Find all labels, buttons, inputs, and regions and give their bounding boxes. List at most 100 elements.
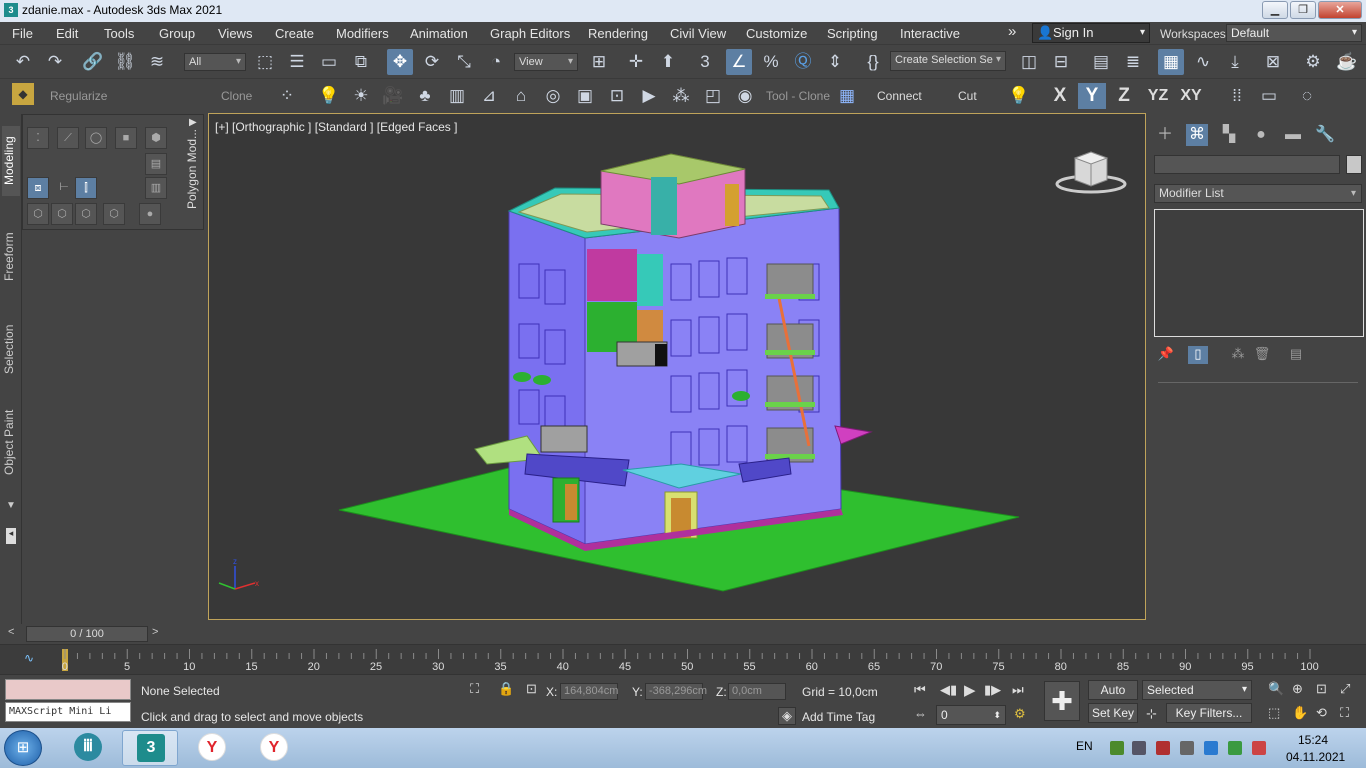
select-move-icon[interactable]: ✥ xyxy=(387,49,413,75)
field-of-view-icon[interactable]: ⬚ xyxy=(1268,705,1280,721)
snaps-toggle-icon[interactable]: 3 xyxy=(692,49,718,75)
loop-icon[interactable]: ◎ xyxy=(540,83,566,109)
rect-selection-icon[interactable]: ▭ xyxy=(316,49,342,75)
light-bulb-icon[interactable]: 💡 xyxy=(1006,83,1032,109)
display-tab-icon[interactable]: ▬ xyxy=(1282,124,1304,146)
array-icon[interactable]: ▦ xyxy=(834,83,860,109)
axis-yz-button[interactable]: YZ xyxy=(1142,83,1174,109)
window-icon[interactable]: ◰ xyxy=(700,83,726,109)
percent-snap-icon[interactable]: % xyxy=(758,49,784,75)
tab-object-paint[interactable]: Object Paint xyxy=(2,404,20,480)
x-coord-field[interactable]: 164,804cm xyxy=(560,683,618,700)
axis-x-button[interactable]: X xyxy=(1046,83,1074,109)
clock-time[interactable]: 15:24 xyxy=(1298,733,1328,747)
border-mode-icon[interactable]: ◯ xyxy=(85,127,107,149)
axis-y-button[interactable]: Y xyxy=(1078,83,1106,109)
menu-rendering[interactable]: Rendering xyxy=(588,26,648,41)
selection-filter-dropdown[interactable]: All xyxy=(184,53,246,71)
material-editor-icon[interactable]: ⊠ xyxy=(1260,49,1286,75)
tab-freeform[interactable]: Freeform xyxy=(2,222,20,292)
pin-stack-icon[interactable]: 📌 xyxy=(1156,346,1176,364)
menu-tools[interactable]: Tools xyxy=(104,26,134,41)
cut-button[interactable]: Cut xyxy=(958,89,977,103)
viewcube-icon[interactable] xyxy=(1053,150,1129,198)
link-icon[interactable]: 🔗 xyxy=(80,49,106,75)
goto-start-icon[interactable]: ⏮ xyxy=(914,682,926,698)
zoom-icon[interactable]: 🔍 xyxy=(1268,681,1284,697)
taskbar-app-yandex-2[interactable]: Y xyxy=(246,730,302,766)
menu-overflow-icon[interactable]: » xyxy=(1008,23,1016,40)
undo-icon[interactable]: ↶ xyxy=(10,49,36,75)
goto-end-icon[interactable]: ⏭ xyxy=(1012,682,1024,698)
create-icon[interactable]: ● xyxy=(139,203,161,225)
object-color-swatch[interactable] xyxy=(1346,155,1362,174)
camera-icon[interactable]: 🎥 xyxy=(380,83,406,109)
panel-option-2-icon[interactable]: ▥ xyxy=(145,177,167,199)
set-key-button[interactable]: Set Key xyxy=(1088,703,1138,723)
select-place-icon[interactable]: ◔ xyxy=(483,49,509,75)
key-mode-toggle-icon[interactable]: ⇔ xyxy=(914,706,927,721)
maximize-button[interactable]: ❐ xyxy=(1290,1,1316,19)
keyboard-shortcut-icon[interactable]: ⬆ xyxy=(655,49,681,75)
menu-interactive[interactable]: Interactive xyxy=(900,26,960,41)
menu-civil-view[interactable]: Civil View xyxy=(670,26,726,41)
clock-date[interactable]: 04.11.2021 xyxy=(1286,750,1345,764)
maxscript-mini-listener[interactable]: MAXScript Mini Li xyxy=(5,702,131,722)
manipulate-icon[interactable]: ✛ xyxy=(623,49,649,75)
create-tab-icon[interactable]: ＋ xyxy=(1154,124,1176,146)
menu-file[interactable]: File xyxy=(12,26,33,41)
axis-z-button[interactable]: Z xyxy=(1110,83,1138,109)
collapse-icon[interactable]: ◂ xyxy=(6,528,16,544)
orbit-icon[interactable]: ⟲ xyxy=(1316,705,1327,721)
unlink-icon[interactable]: ⛓ xyxy=(112,49,138,75)
remove-modifier-icon[interactable]: 🗑 xyxy=(1252,346,1272,364)
modifier-list-dropdown[interactable]: Modifier List xyxy=(1154,184,1362,203)
edge-mode-icon[interactable]: ⟋ xyxy=(57,127,79,149)
network-tray-icon[interactable] xyxy=(1204,741,1218,755)
time-slider[interactable]: 0 / 100 xyxy=(26,626,148,642)
y-coord-field[interactable]: -368,296cm xyxy=(645,683,707,700)
select-rotate-icon[interactable]: ⟳ xyxy=(419,49,445,75)
taskbar-app-3dsmax[interactable]: 3 xyxy=(122,730,178,766)
start-button[interactable]: ⊞ xyxy=(4,730,42,766)
make-unique-icon[interactable]: ⁂ xyxy=(1228,346,1248,364)
key-mode-dropdown[interactable]: Selected ▾ xyxy=(1142,680,1252,700)
scene-explorer-icon[interactable]: ▤ xyxy=(1088,49,1114,75)
add-time-tag[interactable]: Add Time Tag xyxy=(802,710,875,724)
maximize-viewport-icon[interactable]: ⛶ xyxy=(1340,705,1349,721)
modifier-stack[interactable] xyxy=(1154,209,1364,337)
eye-icon[interactable]: ◉ xyxy=(732,83,758,109)
media-icon[interactable]: ▶ xyxy=(636,83,662,109)
render-icon[interactable]: ☕ xyxy=(1334,49,1360,75)
track-bar[interactable]: ∿ 0 5 10 15 20 25 30 35 40 45 50 55 60 65 70 75 80 85 90 95… xyxy=(0,644,1366,674)
perspective-viewport[interactable]: z x [+] [Orthographic ] [Standard ] [Edg… xyxy=(208,113,1146,620)
layer-explorer-icon[interactable]: ≣ xyxy=(1120,49,1146,75)
menu-views[interactable]: Views xyxy=(218,26,252,41)
select-by-name-icon[interactable]: ☰ xyxy=(284,49,310,75)
relax-icon[interactable]: ⬡ xyxy=(103,203,125,225)
sign-in-dropdown[interactable]: 👤 Sign In ▾ xyxy=(1032,23,1150,43)
dots-grid-icon[interactable]: ⁞⁞ xyxy=(1224,83,1250,109)
tab-selection[interactable]: Selection xyxy=(2,314,20,384)
prev-frame-icon[interactable]: < xyxy=(8,626,14,638)
display-tray-icon[interactable] xyxy=(1132,741,1146,755)
repeat-last-icon[interactable]: ⬡ xyxy=(27,203,49,225)
light-icon[interactable]: 💡 xyxy=(316,83,342,109)
element-mode-icon[interactable]: ⬢ xyxy=(145,127,167,149)
expand-arrow-icon[interactable]: ▶ xyxy=(189,117,197,128)
regularize-button[interactable]: Regularize xyxy=(50,89,107,103)
language-indicator[interactable]: EN xyxy=(1076,739,1093,753)
swiftloop-icon[interactable]: ⬡ xyxy=(75,203,97,225)
modify-tab-icon[interactable]: ⌘ xyxy=(1186,124,1208,146)
zoom-extents-icon[interactable]: ⊡ xyxy=(1316,681,1327,697)
workspace-dropdown[interactable]: Default ▾ xyxy=(1226,24,1362,42)
group-icon[interactable]: ⁂ xyxy=(668,83,694,109)
bind-space-warp-icon[interactable]: ≋ xyxy=(144,49,170,75)
pivot-center-icon[interactable]: ⊞ xyxy=(586,49,612,75)
frame-icon[interactable]: ⊡ xyxy=(604,83,630,109)
current-frame-field[interactable]: 0 ⬍ xyxy=(936,705,1006,725)
polygon-mode-icon[interactable]: ■ xyxy=(115,127,137,149)
close-button[interactable]: ✕ xyxy=(1318,1,1362,19)
spinner-snap-icon[interactable]: ⇕ xyxy=(822,49,848,75)
qr-icon[interactable]: Ⓠ xyxy=(790,49,816,75)
